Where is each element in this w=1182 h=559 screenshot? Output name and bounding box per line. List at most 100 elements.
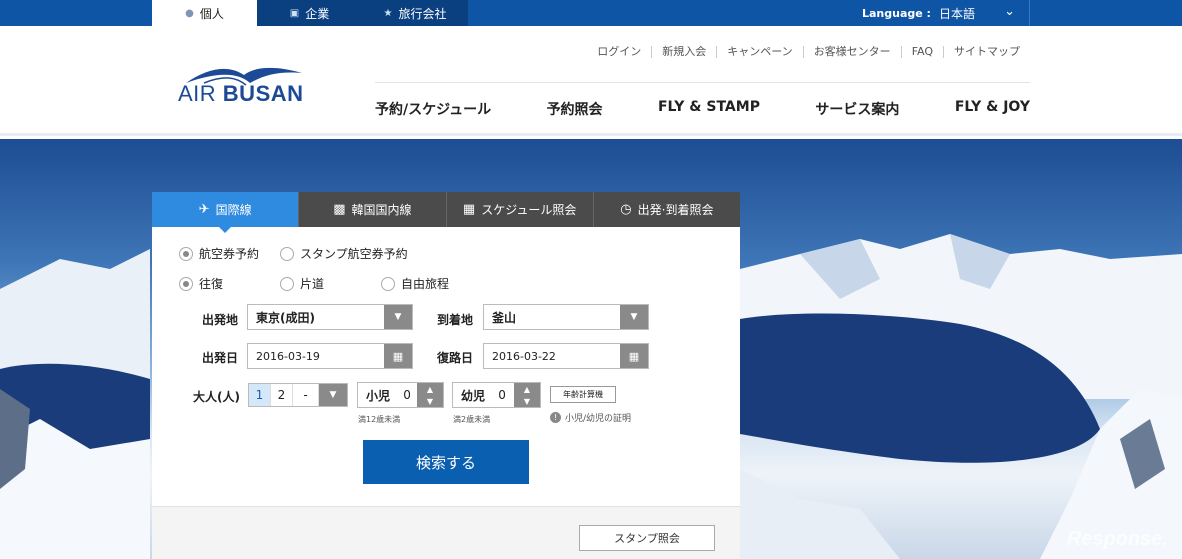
language-value: 日本語: [938, 6, 975, 21]
util-link-faq[interactable]: FAQ: [900, 46, 943, 58]
stamp-inquiry-button[interactable]: スタンプ照会: [579, 525, 715, 551]
proof-label: 小児/幼児の証明: [565, 414, 632, 424]
logo-text: AIR BUSAN: [178, 81, 304, 107]
tab-international-label: 国際線: [215, 203, 252, 217]
radio-stamp-ticket-label: スタンプ航空券予約: [300, 247, 408, 261]
radio-ticket-reservation[interactable]: 航空券予約: [179, 245, 280, 262]
child-age-note: 満12歳未満: [358, 415, 401, 424]
air-busan-logo[interactable]: AIR BUSAN: [178, 63, 308, 108]
departure-select[interactable]: 東京(成田) ▼: [247, 304, 413, 330]
info-icon: !: [550, 412, 561, 423]
increment-icon[interactable]: ▲: [524, 385, 530, 394]
segment-agency-label: 旅行会社: [398, 6, 447, 21]
radio-ticket-reservation-label: 航空券予約: [199, 247, 260, 261]
airplane-icon: ✈: [198, 202, 210, 217]
decrement-icon[interactable]: ▼: [427, 397, 433, 406]
child-infant-proof-link[interactable]: ! 小児/幼児の証明: [550, 411, 631, 424]
radio-dot: [381, 276, 395, 291]
radio-dot: [280, 246, 294, 261]
increment-icon[interactable]: ▲: [427, 385, 433, 394]
return-date-field[interactable]: 2016-03-22 ▦: [483, 343, 649, 369]
language-select[interactable]: Language : 日本語 ⌄: [840, 0, 1030, 26]
clock-icon: ◷: [620, 202, 632, 217]
calendar-icon: ▦: [462, 202, 476, 217]
search-button[interactable]: 検索する: [363, 440, 529, 484]
adult-option-2[interactable]: 2: [271, 384, 293, 406]
radio-multi-city[interactable]: 自由旅程: [381, 275, 449, 292]
child-count: 0: [403, 388, 411, 402]
departure-value: 東京(成田): [256, 310, 315, 325]
tab-schedule[interactable]: ▦ スケジュール照会: [445, 192, 593, 227]
nav-fly-joy[interactable]: FLY & JOY: [955, 99, 1030, 119]
child-stepper[interactable]: 小児 0 ▲ ▼: [357, 382, 444, 408]
arrival-value: 釜山: [492, 310, 517, 325]
radio-dot: [280, 276, 294, 291]
departure-label: 出発地: [202, 313, 239, 327]
util-link-campaign[interactable]: キャンペーン: [716, 46, 802, 58]
calendar-icon[interactable]: ▦: [384, 344, 412, 368]
util-link-login[interactable]: ログイン: [587, 46, 651, 58]
radio-one-way-label: 片道: [300, 277, 325, 291]
decrement-icon[interactable]: ▼: [524, 397, 530, 406]
util-link-customer-center[interactable]: お客様センター: [802, 46, 901, 58]
header-divider: [375, 82, 1030, 83]
segment-personal[interactable]: ● 個人: [152, 0, 257, 26]
radio-stamp-ticket[interactable]: スタンプ航空券予約: [280, 245, 408, 262]
main-navigation: 予約/スケジュール 予約照会 FLY & STAMP サービス案内 FLY & …: [375, 99, 1030, 119]
adult-option-more[interactable]: -: [293, 384, 319, 406]
booking-tabs: ✈ 国際線 ▩ 韓国国内線 ▦ スケジュール照会 ◷ 出発·到着照会: [152, 192, 740, 233]
age-calculator-button[interactable]: 年齢計算機: [550, 386, 616, 403]
arrival-label: 到着地: [437, 313, 474, 327]
language-label: Language :: [862, 6, 931, 20]
radio-one-way[interactable]: 片道: [280, 275, 381, 292]
segment-corporate-label: 企業: [305, 6, 330, 21]
nav-service-guide[interactable]: サービス案内: [815, 99, 899, 119]
tab-international[interactable]: ✈ 国際線: [152, 192, 299, 233]
radio-round-trip-label: 往復: [199, 277, 224, 291]
return-date-label: 復路日: [437, 351, 474, 365]
chevron-down-icon: ▼: [384, 305, 412, 329]
tab-domestic-label: 韓国国内線: [351, 203, 412, 217]
infant-count: 0: [498, 388, 506, 402]
nav-reservation-schedule[interactable]: 予約/スケジュール: [375, 99, 491, 119]
radio-round-trip[interactable]: 往復: [179, 275, 280, 292]
segment-personal-label: 個人: [199, 6, 224, 21]
chevron-down-icon: ▼: [620, 305, 648, 329]
chevron-down-icon: ⌄: [1004, 4, 1015, 19]
trip-type-radios: 往復 片道 自由旅程: [179, 275, 449, 292]
infant-age-note: 満2歳未満: [453, 415, 491, 424]
utility-links: ログイン 新規入会 キャンペーン お客様センター FAQ サイトマップ: [587, 46, 1030, 58]
chevron-down-icon[interactable]: ▼: [319, 384, 347, 406]
arrival-select[interactable]: 釜山 ▼: [483, 304, 649, 330]
adult-label: 大人(人): [193, 390, 240, 404]
depart-date-value: 2016-03-19: [256, 349, 320, 363]
calendar-icon[interactable]: ▦: [620, 344, 648, 368]
infant-stepper[interactable]: 幼児 0 ▲ ▼: [452, 382, 541, 408]
person-icon: ●: [185, 7, 194, 19]
booking-panel: ✈ 国際線 ▩ 韓国国内線 ▦ スケジュール照会 ◷ 出発·到着照会 航空券予約…: [152, 192, 740, 559]
child-label: 小児: [366, 388, 391, 403]
top-utility-bar: ● 個人 ▣ 企業 ★ 旅行会社 Language : 日本語 ⌄: [0, 0, 1182, 26]
nav-fly-stamp[interactable]: FLY & STAMP: [658, 99, 760, 119]
suitcase-icon: ▩: [333, 202, 346, 217]
tab-schedule-label: スケジュール照会: [481, 203, 577, 217]
adult-count-select[interactable]: 1 2 - ▼: [248, 383, 348, 407]
infant-stepper-buttons[interactable]: ▲ ▼: [514, 383, 540, 407]
radio-dot-selected: [179, 246, 193, 261]
ticket-type-radios: 航空券予約 スタンプ航空券予約: [179, 245, 408, 262]
tab-domestic[interactable]: ▩ 韓国国内線: [298, 192, 446, 227]
nav-reservation-inquiry[interactable]: 予約照会: [547, 99, 603, 119]
depart-date-label: 出発日: [202, 351, 239, 365]
radio-multi-city-label: 自由旅程: [401, 277, 450, 291]
segment-corporate[interactable]: ▣ 企業: [257, 0, 362, 26]
depart-date-field[interactable]: 2016-03-19 ▦: [247, 343, 413, 369]
building-icon: ▣: [289, 7, 300, 19]
child-stepper-buttons[interactable]: ▲ ▼: [417, 383, 443, 407]
util-link-signup[interactable]: 新規入会: [651, 46, 716, 58]
util-link-sitemap[interactable]: サイトマップ: [943, 46, 1030, 58]
segment-travel-agency[interactable]: ★ 旅行会社: [362, 0, 468, 26]
logo-text-air: AIR: [178, 81, 223, 106]
tab-arrival-departure[interactable]: ◷ 出発·到着照会: [592, 192, 740, 227]
logo-text-busan: BUSAN: [222, 81, 304, 106]
adult-option-1[interactable]: 1: [249, 384, 271, 406]
